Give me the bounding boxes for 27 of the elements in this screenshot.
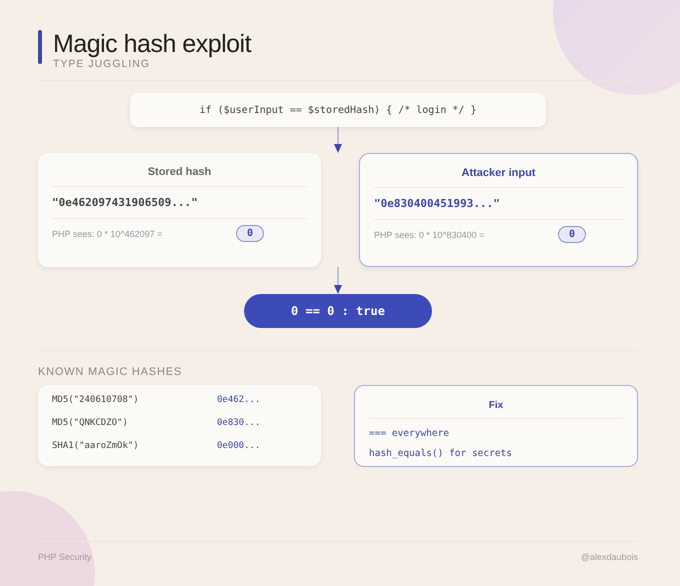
arrow-icon — [333, 127, 343, 153]
footer-handle: @alexdaubois — [580, 552, 638, 562]
fix-line: === everywhere — [369, 428, 450, 439]
fix-title: Fix — [369, 394, 623, 419]
hash-prefix: 0e000... — [217, 441, 262, 453]
card-title: Stored hash — [52, 163, 307, 187]
arrow-icon — [333, 267, 343, 294]
hash-value: "0e830400451993..." — [374, 188, 623, 220]
evaluation-text: PHP sees: 0 * 10^462097 = — [52, 228, 164, 238]
hash-input-label: MD5("240610708") — [52, 395, 140, 407]
hash-value: "0e462097431906509..." — [52, 187, 307, 219]
hash-input-label: SHA1("aaroZmOk") — [52, 441, 140, 453]
footer-label: PHP Security — [38, 552, 92, 562]
accent-bar — [38, 30, 42, 64]
hash-prefix: 0e462... — [217, 395, 262, 407]
page-subtitle: TYPE JUGGLING — [53, 58, 152, 70]
result-pill: 0 == 0 : true — [244, 294, 432, 328]
hash-prefix: 0e830... — [217, 418, 262, 430]
result-badge: 0 — [236, 225, 264, 242]
result-badge: 0 — [558, 226, 586, 243]
section-heading: KNOWN MAGIC HASHES — [38, 350, 638, 378]
card-title: Attacker input — [374, 164, 623, 188]
evaluation-text: PHP sees: 0 * 10^830400 = — [374, 230, 486, 240]
page-title: Magic hash exploit — [53, 30, 252, 58]
fix-line: hash_equals() for secrets — [369, 448, 513, 459]
code-snippet: if ($userInput == $storedHash) { /* login */ } — [130, 93, 546, 127]
hash-input-label: MD5("QNKCDZO") — [52, 418, 129, 430]
